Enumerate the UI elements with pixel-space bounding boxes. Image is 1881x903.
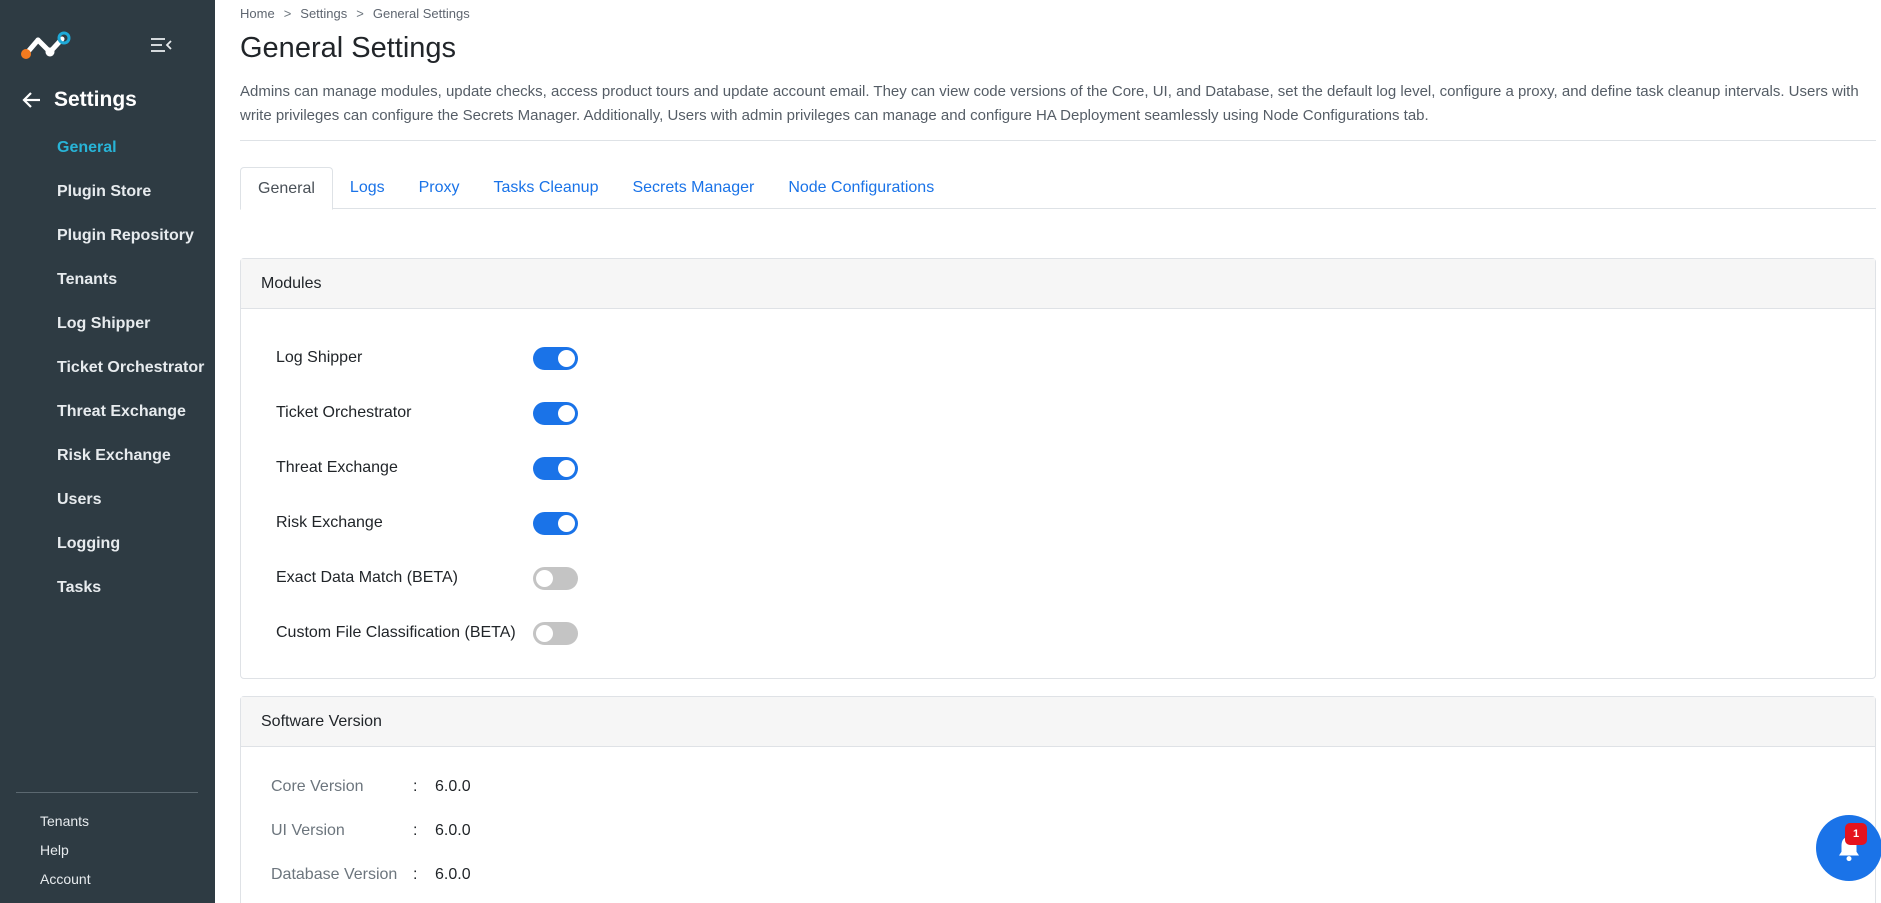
toggle-knob (558, 404, 575, 422)
module-row-exact-data-match: Exact Data Match (BETA) (276, 563, 676, 593)
sidebar-item-threat-exchange[interactable]: Threat Exchange (0, 390, 215, 434)
sidebar: Settings General Plugin Store Plugin Rep… (0, 0, 215, 903)
tab-logs[interactable]: Logs (333, 167, 402, 209)
module-label: Threat Exchange (276, 459, 398, 476)
toggle-custom-file-classification[interactable] (533, 621, 578, 645)
toggle-log-shipper[interactable] (533, 346, 578, 370)
header-divider (240, 140, 1876, 141)
modules-card-title: Modules (241, 259, 1875, 309)
sidebar-item-general[interactable]: General (0, 126, 215, 170)
breadcrumb: Home > Settings > General Settings (240, 6, 470, 21)
sidebar-item-plugin-repository[interactable]: Plugin Repository (0, 214, 215, 258)
bottom-link-account[interactable]: Account (0, 864, 215, 893)
collapse-menu-icon[interactable] (150, 36, 172, 54)
version-row-ui: UI Version : 6.0.0 (271, 819, 471, 843)
module-row-custom-file-classification: Custom File Classification (BETA) (276, 618, 676, 648)
version-label: Core Version (271, 778, 364, 795)
toggle-threat-exchange[interactable] (533, 456, 578, 480)
version-separator: : (413, 822, 418, 839)
notification-count-badge: 1 (1845, 823, 1867, 845)
settings-tabs: General Logs Proxy Tasks Cleanup Secrets… (240, 167, 1876, 210)
toggle-knob (536, 569, 553, 587)
breadcrumb-separator: > (356, 6, 364, 21)
module-label: Custom File Classification (BETA) (276, 624, 516, 641)
sidebar-item-tenants[interactable]: Tenants (0, 258, 215, 302)
software-version-card-title: Software Version (241, 697, 1875, 747)
bottom-link-tenants[interactable]: Tenants (0, 806, 215, 835)
module-row-log-shipper: Log Shipper (276, 343, 676, 373)
software-version-card: Software Version Core Version : 6.0.0 UI… (240, 696, 1876, 903)
toggle-risk-exchange[interactable] (533, 511, 578, 535)
version-label: UI Version (271, 822, 345, 839)
sidebar-item-users[interactable]: Users (0, 478, 215, 522)
sidebar-title: Settings (54, 88, 137, 111)
toggle-exact-data-match[interactable] (533, 566, 578, 590)
version-value: 6.0.0 (435, 778, 471, 795)
version-value: 6.0.0 (435, 866, 471, 883)
tab-proxy[interactable]: Proxy (402, 167, 477, 209)
toggle-knob (536, 624, 553, 642)
module-label: Risk Exchange (276, 514, 383, 531)
breadcrumb-home[interactable]: Home (240, 6, 275, 21)
sidebar-item-ticket-orchestrator[interactable]: Ticket Orchestrator (0, 346, 215, 390)
modules-card: Modules Log Shipper Ticket Orchestrator … (240, 258, 1876, 679)
tab-secrets-manager[interactable]: Secrets Manager (615, 167, 771, 209)
main-content: Home > Settings > General Settings Gener… (240, 0, 1881, 903)
arrow-left-icon (22, 92, 40, 108)
sidebar-item-risk-exchange[interactable]: Risk Exchange (0, 434, 215, 478)
breadcrumb-current: General Settings (372, 6, 470, 21)
module-label: Exact Data Match (BETA) (276, 569, 458, 586)
toggle-knob (558, 349, 575, 367)
tab-general[interactable]: General (240, 167, 333, 210)
version-separator: : (413, 778, 418, 795)
toggle-knob (558, 459, 575, 477)
sidebar-item-logging[interactable]: Logging (0, 522, 215, 566)
sidebar-divider (16, 792, 198, 793)
page-title: General Settings (240, 32, 457, 64)
bottom-link-help[interactable]: Help (0, 835, 215, 864)
module-row-ticket-orchestrator: Ticket Orchestrator (276, 398, 676, 428)
version-value: 6.0.0 (435, 822, 471, 839)
version-row-core: Core Version : 6.0.0 (271, 775, 471, 799)
page-description: Admins can manage modules, update checks… (240, 83, 1859, 124)
tab-node-configurations[interactable]: Node Configurations (771, 167, 951, 209)
sidebar-bottom-links: Tenants Help Account (0, 806, 215, 893)
sidebar-item-plugin-store[interactable]: Plugin Store (0, 170, 215, 214)
netskope-logo-icon[interactable] (20, 30, 72, 62)
module-label: Ticket Orchestrator (276, 404, 412, 421)
sidebar-item-tasks[interactable]: Tasks (0, 566, 215, 610)
breadcrumb-settings[interactable]: Settings (300, 6, 347, 21)
version-separator: : (413, 866, 418, 883)
sidebar-nav: General Plugin Store Plugin Repository T… (0, 126, 215, 610)
settings-back-button[interactable]: Settings (22, 86, 137, 114)
toggle-ticket-orchestrator[interactable] (533, 401, 578, 425)
module-row-risk-exchange: Risk Exchange (276, 508, 676, 538)
module-row-threat-exchange: Threat Exchange (276, 453, 676, 483)
toggle-knob (558, 514, 575, 532)
module-label: Log Shipper (276, 349, 363, 366)
tab-tasks-cleanup[interactable]: Tasks Cleanup (477, 167, 616, 209)
sidebar-item-log-shipper[interactable]: Log Shipper (0, 302, 215, 346)
version-row-database: Database Version : 6.0.0 (271, 863, 471, 887)
version-label: Database Version (271, 866, 398, 883)
breadcrumb-separator: > (283, 6, 292, 21)
